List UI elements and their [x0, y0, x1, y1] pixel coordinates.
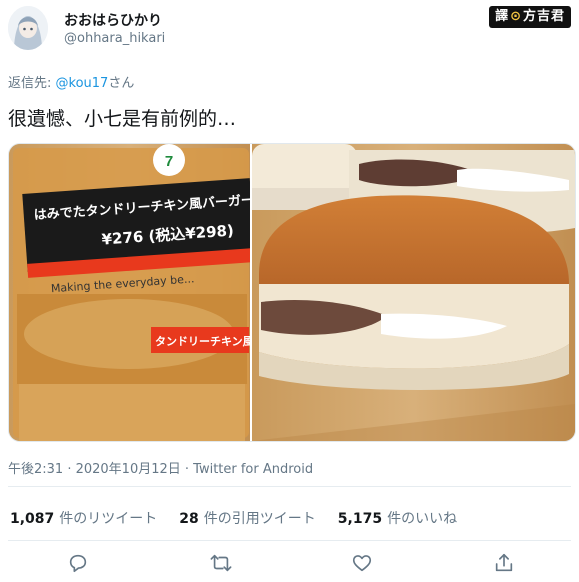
- package-sticker: タンドリーチキン風: [155, 335, 254, 348]
- right-photo-burger-cut: [252, 144, 575, 441]
- retweets-label: 件のリツイート: [59, 511, 158, 527]
- watermark-right: 方吉君: [522, 9, 565, 24]
- likes-count: 5,175: [337, 511, 383, 527]
- retweets-count: 1,087: [10, 511, 55, 527]
- user-handle[interactable]: @ohhara_hikari: [64, 31, 165, 46]
- divider-bottom: [8, 540, 571, 541]
- reply-to-line: 返信先: @kou17さん: [8, 72, 134, 91]
- likes-label: 件のいいね: [387, 511, 458, 527]
- share-icon[interactable]: [493, 552, 517, 576]
- tweet-timestamp[interactable]: 午後2:31 · 2020年10月12日 · Twitter for Andro…: [8, 458, 313, 477]
- left-photo-package: 7 はみでたタンドリーチキン風バーガー ¥276 (税込¥298) Making…: [9, 144, 256, 441]
- reply-to-suffix: さん: [108, 76, 135, 91]
- tweet-actions: [0, 552, 579, 580]
- quotes-label: 件の引用ツイート: [203, 511, 316, 527]
- translator-watermark: 譯⊙方吉君: [489, 6, 571, 28]
- media-photos: 7 はみでたタンドリーチキン風バーガー ¥276 (税込¥298) Making…: [9, 144, 575, 441]
- avatar[interactable]: [8, 6, 48, 50]
- reply-icon[interactable]: [67, 552, 91, 576]
- like-icon[interactable]: [351, 552, 375, 576]
- engagement-stats: 1,087 件のリツイート 28 件の引用ツイート 5,175 件のいいね: [10, 508, 457, 528]
- reply-mention-link[interactable]: @kou17: [56, 76, 109, 91]
- retweet-icon[interactable]: [209, 552, 233, 576]
- reply-to-prefix: 返信先:: [8, 76, 56, 91]
- quotes-count: 28: [179, 511, 199, 527]
- tweet-media[interactable]: 7 はみでたタンドリーチキン風バーガー ¥276 (税込¥298) Making…: [8, 143, 576, 442]
- divider-top: [8, 486, 571, 487]
- tweet-text: 很遺憾、小七是有前例的…: [8, 108, 237, 130]
- watermark-left: 譯: [495, 9, 510, 24]
- seven-eleven-logo: 7: [165, 153, 173, 170]
- likes-stat[interactable]: 5,175 件のいいね: [338, 508, 457, 528]
- quotes-stat[interactable]: 28 件の引用ツイート: [179, 508, 315, 528]
- display-name[interactable]: おおはらひかり: [64, 10, 162, 30]
- retweets-stat[interactable]: 1,087 件のリツイート: [10, 508, 157, 528]
- watermark-separator: ⊙: [510, 9, 522, 24]
